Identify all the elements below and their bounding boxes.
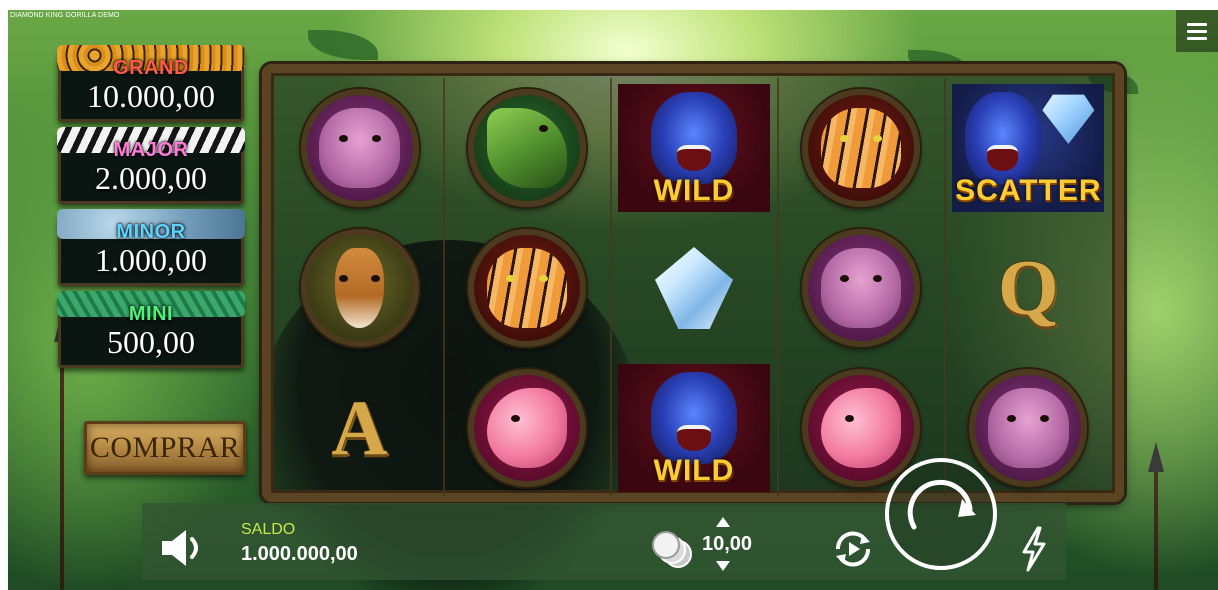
gorilla-icon xyxy=(964,91,1041,184)
wild-label: WILD xyxy=(653,454,735,487)
flamingo-icon xyxy=(467,369,586,487)
jackpot-value: 500,00 xyxy=(107,324,195,360)
symbol-hippo xyxy=(778,218,945,358)
symbol-crocodile xyxy=(443,78,610,218)
jackpot-name: MINI xyxy=(128,303,174,325)
autoplay-icon xyxy=(835,531,871,567)
spear-decoration xyxy=(54,312,70,590)
balance-value: 1.000.000,00 xyxy=(241,543,358,565)
jackpot-name: MINOR xyxy=(116,221,186,243)
menu-icon xyxy=(1187,29,1207,33)
menu-icon xyxy=(1187,22,1207,26)
turbo-button[interactable] xyxy=(1018,526,1048,572)
jackpot-value: 1.000,00 xyxy=(95,242,207,278)
symbol-diamond xyxy=(610,218,777,358)
symbol-antelope xyxy=(276,218,443,358)
crocodile-icon xyxy=(467,89,586,207)
coins-icon xyxy=(650,527,694,571)
gorilla-icon xyxy=(651,371,737,464)
sound-toggle-button[interactable] xyxy=(160,528,204,568)
speaker-icon xyxy=(162,530,198,566)
jackpot-grand: GRAND 10.000,00 xyxy=(57,45,245,122)
symbol-letter-a: A xyxy=(276,358,443,498)
letter-q-symbol: Q xyxy=(998,244,1059,331)
symbol-flamingo xyxy=(443,358,610,498)
reels-grid: WILD SCATTER Q A WILD xyxy=(276,78,1112,498)
diamond-icon xyxy=(1042,94,1095,144)
symbol-tiger xyxy=(778,78,945,218)
bet-increase-button[interactable] xyxy=(714,517,732,531)
tiger-icon xyxy=(802,89,921,207)
diamond-icon xyxy=(654,247,733,329)
jackpot-minor: MINOR 1.000,00 xyxy=(57,209,245,286)
buy-feature-button[interactable]: COMPRAR xyxy=(84,421,246,475)
wild-gorilla-tile: WILD xyxy=(617,84,770,212)
bet-decrease-button[interactable] xyxy=(714,561,732,575)
jackpot-mini: MINI 500,00 xyxy=(57,291,245,368)
hippo-icon xyxy=(802,229,921,347)
symbol-wild: WILD xyxy=(610,78,777,218)
menu-button[interactable] xyxy=(1176,10,1218,52)
scatter-label: SCATTER xyxy=(955,174,1102,207)
spear-decoration xyxy=(1148,442,1164,590)
autoplay-button[interactable] xyxy=(830,526,876,572)
jackpot-major: MAJOR 2.000,00 xyxy=(57,127,245,204)
chevron-up-icon xyxy=(716,517,730,527)
wild-label: WILD xyxy=(653,174,735,207)
gorilla-icon xyxy=(651,91,737,184)
jackpot-value: 2.000,00 xyxy=(95,160,207,196)
leaf-decoration xyxy=(308,30,378,60)
hippo-icon xyxy=(300,89,419,207)
jackpot-name: MAJOR xyxy=(113,139,189,161)
balance-label: SALDO xyxy=(241,521,296,538)
symbol-letter-q: Q xyxy=(945,218,1112,358)
symbol-scatter: SCATTER xyxy=(945,78,1112,218)
jackpot-name: GRAND xyxy=(113,57,189,79)
symbol-tiger xyxy=(443,218,610,358)
symbol-hippo xyxy=(276,78,443,218)
antelope-icon xyxy=(300,229,419,347)
lightning-icon xyxy=(1022,526,1046,572)
spin-button[interactable] xyxy=(884,457,998,571)
tiger-icon xyxy=(467,229,586,347)
wild-gorilla-tile: WILD xyxy=(617,364,770,492)
jackpot-value: 10.000,00 xyxy=(87,78,215,114)
menu-icon xyxy=(1187,36,1207,40)
letter-a-symbol: A xyxy=(331,384,388,471)
bet-value: 10,00 xyxy=(702,533,753,555)
game-title: DIAMOND KING GORILLA DEMO xyxy=(10,12,120,19)
spin-icon xyxy=(885,458,997,570)
scatter-tile: SCATTER xyxy=(952,84,1105,212)
symbol-wild: WILD xyxy=(610,358,777,498)
chevron-down-icon xyxy=(716,561,730,571)
